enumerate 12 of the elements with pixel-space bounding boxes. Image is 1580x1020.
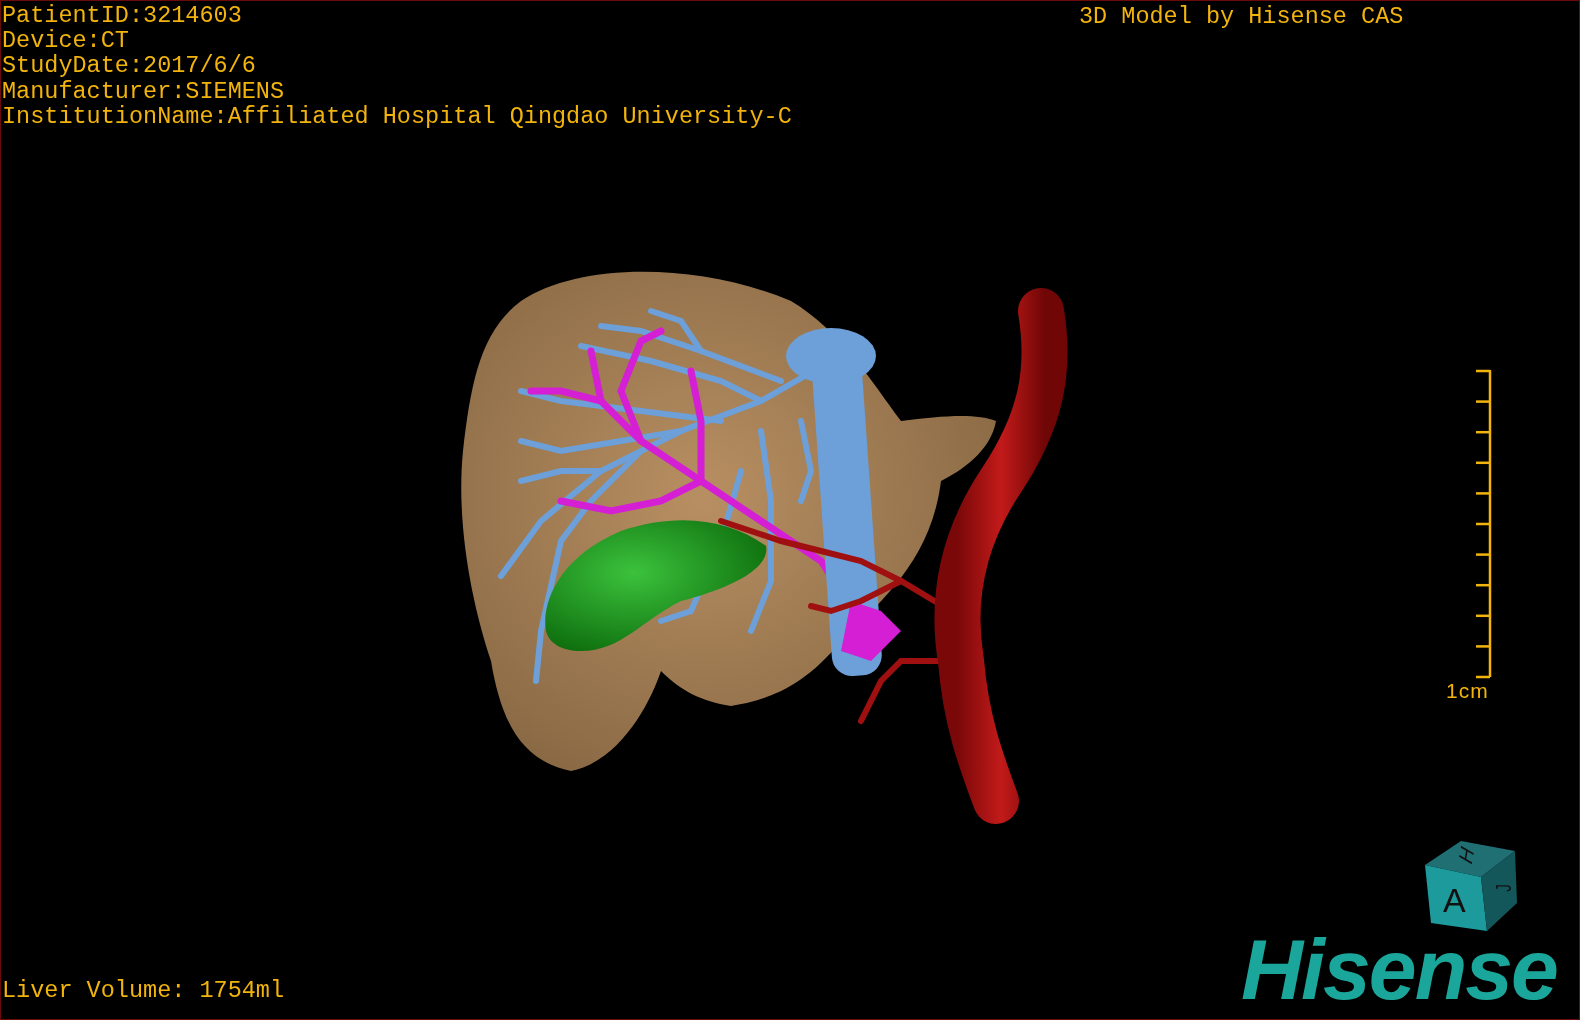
liver-volume-text: Liver Volume: 1754ml — [2, 978, 285, 1003]
cube-face-letter: J — [1492, 884, 1515, 892]
liver-model-drawing[interactable] — [461, 271, 1068, 824]
cube-face-letter: A — [1443, 883, 1466, 917]
study-info-line: Manufacturer:SIEMENS — [2, 78, 285, 105]
cube-face-letter: H — [1455, 842, 1477, 868]
scale-label: 1cm — [1446, 681, 1489, 701]
study-info-line: PatientID:3214603 — [2, 2, 243, 29]
study-info-line: StudyDate:2017/6/6 — [2, 52, 256, 80]
study-info-line: InstitutionName:Affiliated Hospital Qingdao University-C — [2, 103, 792, 130]
study-info-line: Device:CT — [2, 27, 129, 55]
viewer-title: 3D Model by Hisense CAS — [1079, 4, 1404, 29]
